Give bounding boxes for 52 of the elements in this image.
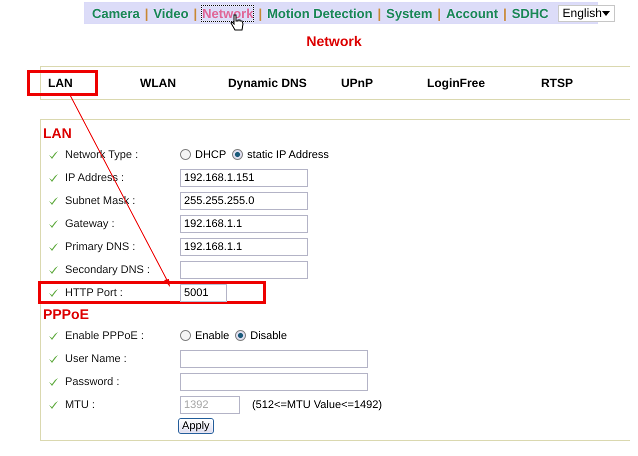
input-field[interactable]: 192.168.1.1 [180,214,308,232]
field-label: MTU : [65,398,96,410]
section-heading: PPPoE [43,306,89,322]
nav-separator: | [194,6,198,20]
check-icon [49,150,58,158]
input-field[interactable] [180,260,308,278]
radio-label: Disable [250,330,287,342]
tab[interactable]: RTSP [520,70,598,96]
nav-separator: | [258,6,262,20]
field-label: User Name : [65,352,128,364]
radio-label: Enable [195,330,230,342]
check-icon [49,220,58,228]
section-heading: LAN [43,125,72,141]
tab[interactable]: LoginFree [406,70,510,96]
check-icon [49,288,58,296]
field-label: Password : [65,376,120,388]
radio-button[interactable] [235,330,246,341]
input-field[interactable]: 192.168.1.151 [180,168,308,186]
field-label: HTTP Port : [65,286,124,298]
tab[interactable]: LAN [27,70,98,96]
nav-separator: | [437,6,442,20]
check-icon [49,196,58,204]
input-field[interactable]: 255.255.255.0 [180,192,308,210]
hint-text: (512<=MTU Value<=1492) [252,398,382,410]
nav-separator: | [503,6,507,20]
radio-button[interactable] [180,330,191,341]
radio-button[interactable] [232,149,244,160]
apply-button[interactable]: Apply [178,418,214,434]
radio-label: static IP Address [247,148,329,160]
check-icon [49,378,58,386]
radio-label: DHCP [195,148,226,160]
dropdown-arrow-icon [602,10,610,16]
tab[interactable]: WLAN [119,70,201,96]
input-field[interactable]: 5001 [180,284,227,302]
input-field[interactable] [180,350,368,368]
input-field[interactable]: 192.168.1.1 [180,238,308,256]
field-label: Gateway : [65,218,116,230]
language-select[interactable]: English [558,4,615,22]
check-icon [49,174,58,182]
check-icon [49,354,58,362]
radio-button[interactable] [180,149,191,160]
nav-separator: | [378,6,382,20]
field-label: Enable PPPoE : [65,330,145,342]
field-label: Secondary DNS : [65,264,151,276]
page-title: Network [305,33,363,49]
check-icon [49,332,58,340]
nav-separator: | [144,6,148,20]
field-label: Primary DNS : [65,240,136,252]
check-icon [49,400,58,408]
input-field[interactable] [180,372,368,390]
check-icon [49,242,58,250]
check-icon [49,266,58,274]
